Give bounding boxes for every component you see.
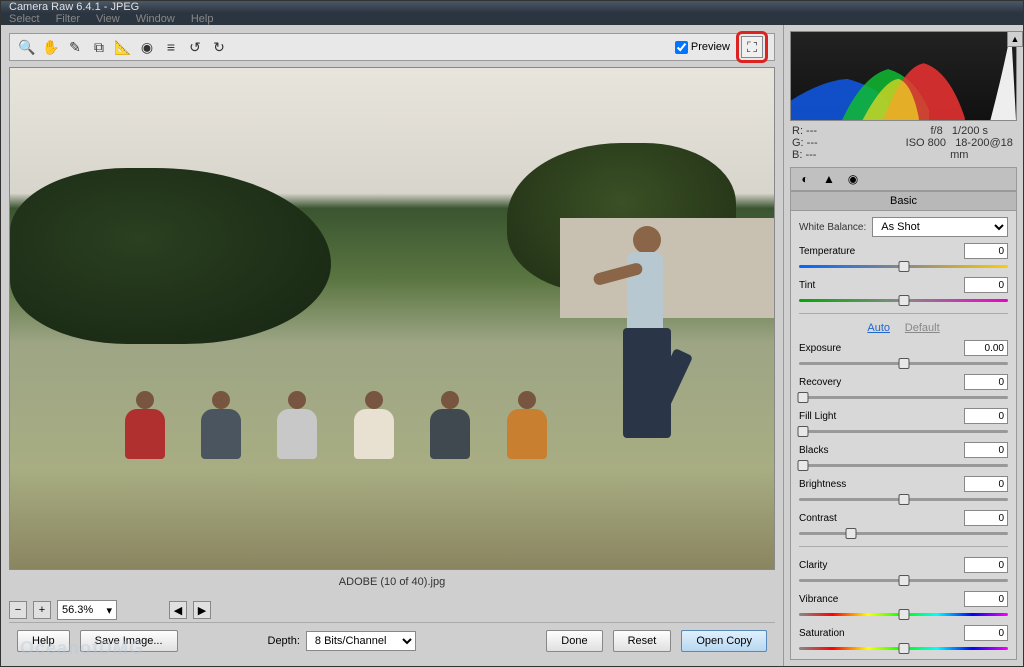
exif-r: R: --- — [792, 125, 904, 137]
clarity-slider[interactable]: Clarity0 — [799, 557, 1008, 585]
exif-iso: ISO 800 — [906, 137, 946, 149]
exposure-slider[interactable]: Exposure0.00 — [799, 340, 1008, 368]
right-panel: ▲ R: --- G: --- B: --- f/8 1/200 s ISO 8… — [783, 25, 1023, 666]
saturation-slider[interactable]: Saturation0 — [799, 625, 1008, 653]
reset-button[interactable]: Reset — [613, 630, 672, 652]
titlebar: Camera Raw 6.4.1 - JPEG — [1, 1, 1023, 13]
tint-slider[interactable]: Tint0 — [799, 277, 1008, 305]
list-tool-icon[interactable]: ≡ — [160, 36, 182, 58]
crop-tool-icon[interactable]: ⧉ — [88, 36, 110, 58]
vibrance-slider[interactable]: Vibrance0 — [799, 591, 1008, 619]
exif-b: B: --- — [792, 149, 904, 161]
toolbar: 🔍 ✋ ✎ ⧉ 📐 ◉ ≡ ↺ ↻ Preview ⛶ — [9, 33, 775, 61]
open-copy-button[interactable]: Open Copy — [681, 630, 767, 652]
fullscreen-highlight: ⛶ — [736, 31, 768, 63]
eyedropper-tool-icon[interactable]: ✎ — [64, 36, 86, 58]
zoom-in-button[interactable]: + — [33, 601, 51, 619]
done-button[interactable]: Done — [546, 630, 602, 652]
menu-select[interactable]: Select — [9, 13, 40, 25]
zoom-bar: − + 56.3%▾ ◀ ▶ — [9, 598, 775, 622]
straighten-tool-icon[interactable]: 📐 — [112, 36, 134, 58]
running-person — [583, 218, 713, 498]
depth-dropdown[interactable]: 8 Bits/Channel — [306, 631, 416, 651]
menu-filter[interactable]: Filter — [56, 13, 80, 25]
filllight-slider[interactable]: Fill Light0 — [799, 408, 1008, 436]
white-balance-label: White Balance: — [799, 222, 866, 233]
zoom-out-button[interactable]: − — [9, 601, 27, 619]
depth-selector: Depth: 8 Bits/Channel — [268, 631, 416, 651]
exif-readout: R: --- G: --- B: --- f/8 1/200 s ISO 800… — [784, 121, 1023, 165]
tab-detail-icon[interactable]: ◉ — [843, 170, 863, 188]
panel-title: Basic — [790, 191, 1017, 211]
default-link[interactable]: Default — [905, 322, 940, 334]
zoom-value[interactable]: 56.3%▾ — [57, 600, 117, 620]
prev-image-button[interactable]: ◀ — [169, 601, 187, 619]
depth-label: Depth: — [268, 635, 300, 647]
blacks-slider[interactable]: Blacks0 — [799, 442, 1008, 470]
hand-tool-icon[interactable]: ✋ — [40, 36, 62, 58]
basic-panel: White Balance: As Shot Temperature0 Tint… — [790, 211, 1017, 660]
white-balance-row: White Balance: As Shot — [799, 217, 1008, 237]
left-pane: 🔍 ✋ ✎ ⧉ 📐 ◉ ≡ ↺ ↻ Preview ⛶ — [1, 25, 783, 666]
histogram[interactable] — [790, 31, 1017, 121]
filename-bar: ADOBE (10 of 40).jpg — [9, 570, 775, 594]
menubar: Select Filter View Window Help — [1, 13, 1023, 25]
content: 🔍 ✋ ✎ ⧉ 📐 ◉ ≡ ↺ ↻ Preview ⛶ — [1, 25, 1023, 666]
brightness-slider[interactable]: Brightness0 — [799, 476, 1008, 504]
exif-g: G: --- — [792, 137, 904, 149]
contrast-slider[interactable]: Contrast0 — [799, 510, 1008, 538]
spot-tool-icon[interactable]: ◉ — [136, 36, 158, 58]
tab-curve-icon[interactable]: ▲ — [819, 170, 839, 188]
white-balance-dropdown[interactable]: As Shot — [872, 217, 1008, 237]
menu-window[interactable]: Window — [136, 13, 175, 25]
menu-view[interactable]: View — [96, 13, 120, 25]
preview-label: Preview — [691, 41, 730, 53]
tab-basic-icon[interactable]: ◐ — [795, 170, 815, 188]
rotate-ccw-icon[interactable]: ↺ — [184, 36, 206, 58]
auto-default-links: Auto Default — [799, 322, 1008, 334]
image-preview[interactable] — [9, 67, 775, 570]
filename-label: ADOBE (10 of 40).jpg — [339, 576, 445, 588]
camera-raw-window: Camera Raw 6.4.1 - JPEG Select Filter Vi… — [0, 0, 1024, 667]
photo-content — [10, 68, 774, 569]
scroll-up-icon[interactable]: ▲ — [1007, 31, 1023, 47]
menu-help[interactable]: Help — [191, 13, 214, 25]
panel-tabs: ◐ ▲ ◉ — [790, 167, 1017, 191]
fullscreen-toggle-icon[interactable]: ⛶ — [741, 36, 763, 58]
exif-fstop: f/8 — [931, 125, 943, 137]
exif-shutter: 1/200 s — [952, 125, 988, 137]
preview-checkbox-input[interactable] — [675, 41, 688, 54]
rotate-cw-icon[interactable]: ↻ — [208, 36, 230, 58]
preview-checkbox[interactable]: Preview — [675, 41, 730, 54]
window-title: Camera Raw 6.4.1 - JPEG — [9, 1, 139, 13]
next-image-button[interactable]: ▶ — [193, 601, 211, 619]
exif-lens: 18-200@18 mm — [950, 137, 1013, 161]
watermark: OceanofDMG — [20, 638, 144, 659]
auto-link[interactable]: Auto — [867, 322, 890, 334]
temperature-slider[interactable]: Temperature0 — [799, 243, 1008, 271]
recovery-slider[interactable]: Recovery0 — [799, 374, 1008, 402]
zoom-tool-icon[interactable]: 🔍 — [16, 36, 38, 58]
